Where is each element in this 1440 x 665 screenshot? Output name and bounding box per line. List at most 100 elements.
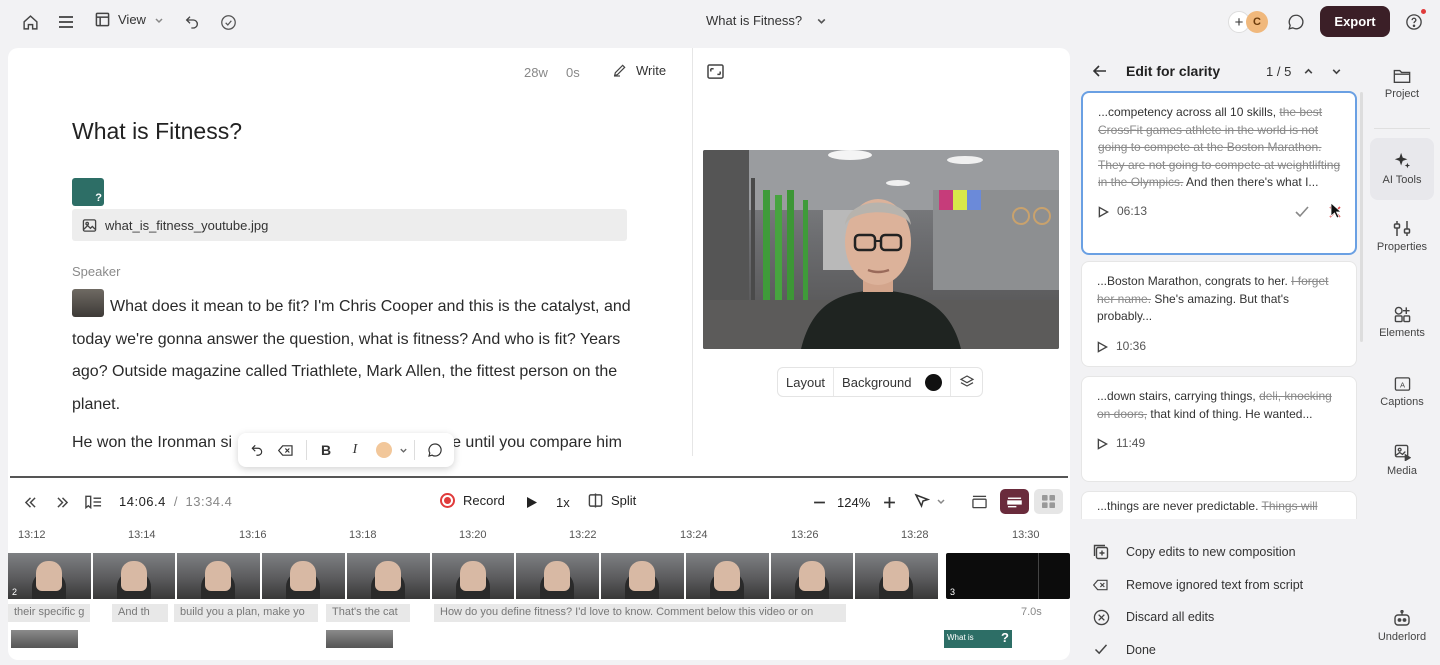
grid-view-toggle[interactable]: [1034, 489, 1063, 514]
image-thumbnail[interactable]: ?: [72, 178, 104, 206]
transcript-text-end: e until you compare him: [452, 434, 622, 451]
edit-suggestion-card[interactable]: ...competency across all 10 skills, the …: [1081, 91, 1357, 255]
suggestion-timestamp: 06:13: [1117, 203, 1148, 218]
play-icon[interactable]: [1098, 206, 1109, 218]
nav-media[interactable]: Media: [1370, 444, 1434, 477]
ai-edit-panel: Edit for clarity 1 / 5 ...competency acr…: [1072, 48, 1366, 660]
remove-ignored-action[interactable]: Remove ignored text from script: [1092, 569, 1352, 602]
caption-chip[interactable]: their specific g: [8, 604, 90, 622]
nav-label: Project: [1384, 88, 1420, 100]
avatar[interactable]: C: [1246, 11, 1268, 33]
check-circle-icon[interactable]: [218, 12, 238, 32]
help-icon[interactable]: [1404, 9, 1426, 32]
action-label: Remove ignored text from script: [1126, 577, 1304, 592]
nav-underlord[interactable]: Underlord: [1370, 610, 1434, 643]
aspect-ratio-icon[interactable]: [705, 62, 725, 80]
edit-suggestion-card[interactable]: ...Boston Marathon, congrats to her. I f…: [1081, 261, 1357, 367]
nav-elements[interactable]: Elements: [1370, 306, 1434, 339]
nav-label: Underlord: [1377, 631, 1427, 643]
script-title[interactable]: What is Fitness?: [72, 118, 242, 145]
write-button[interactable]: Write: [612, 62, 666, 78]
comment-icon[interactable]: [1286, 12, 1306, 32]
speaker-avatar[interactable]: [72, 289, 104, 317]
timeline-ruler[interactable]: 13:12 13:14 13:16 13:18 13:20 13:22 13:2…: [8, 526, 1070, 546]
comment-icon[interactable]: [421, 436, 448, 464]
chevron-up-icon[interactable]: [1300, 63, 1316, 79]
zoom-in-icon[interactable]: [881, 494, 897, 510]
caption-chip[interactable]: That's the cat: [326, 604, 410, 622]
zoom-level[interactable]: 124%: [837, 495, 870, 510]
transcript-paragraph[interactable]: What does it mean to be fit? I'm Chris C…: [72, 289, 632, 421]
zoom-out-icon[interactable]: [811, 494, 827, 510]
mouse-cursor-icon: [1330, 202, 1342, 219]
accept-check-icon[interactable]: [1295, 206, 1309, 218]
clip-frame: [601, 553, 684, 599]
select-tool-dropdown[interactable]: [914, 493, 946, 509]
skip-forward-icon[interactable]: [54, 494, 70, 510]
bookmark-list-icon[interactable]: [84, 494, 102, 510]
back-arrow-icon[interactable]: [1092, 63, 1108, 79]
clip-thumbnail[interactable]: [11, 630, 78, 648]
timecode: 14:06.4 / 13:34.4: [119, 494, 232, 509]
split-button[interactable]: Split: [588, 493, 636, 508]
menu-icon[interactable]: [56, 12, 76, 32]
undo-format-icon[interactable]: [244, 436, 271, 464]
record-button[interactable]: Record: [440, 493, 505, 508]
duration: 0s: [566, 65, 580, 80]
play-icon[interactable]: [524, 494, 540, 510]
edit-suggestion-card[interactable]: ...things are never predictable. Things …: [1081, 491, 1357, 519]
script-view-toggle[interactable]: [1000, 489, 1029, 514]
bold-button[interactable]: B: [313, 436, 340, 464]
end-thumbnail[interactable]: What is?: [944, 630, 1012, 648]
caption-chip[interactable]: How do you define fitness? I'd love to k…: [434, 604, 846, 622]
background-button[interactable]: Background: [834, 368, 952, 396]
transcript-text: What does it mean to be fit? I'm Chris C…: [72, 298, 631, 413]
video-clip-track[interactable]: 2: [8, 553, 939, 599]
speaker-label[interactable]: Speaker: [72, 264, 120, 279]
caption-chip[interactable]: build you a plan, make yo: [174, 604, 318, 622]
nav-label: AI Tools: [1382, 174, 1422, 186]
text-kept: ...things are never predictable.: [1097, 499, 1262, 513]
nav-project[interactable]: Project: [1370, 68, 1434, 100]
skip-back-icon[interactable]: [22, 494, 38, 510]
edit-suggestion-card[interactable]: ...down stairs, carrying things, deli, k…: [1081, 376, 1357, 482]
play-icon[interactable]: [1097, 340, 1108, 353]
done-action[interactable]: Done: [1092, 634, 1352, 665]
panel-scrollbar[interactable]: [1360, 92, 1363, 342]
delete-text-icon[interactable]: [273, 436, 300, 464]
export-button[interactable]: Export: [1320, 6, 1390, 37]
ruler-tick: 13:12: [18, 529, 46, 541]
nav-properties[interactable]: Properties: [1370, 220, 1434, 253]
pane-divider[interactable]: [692, 48, 693, 456]
image-file-chip[interactable]: what_is_fitness_youtube.jpg: [72, 209, 627, 241]
chevron-down-icon[interactable]: [1328, 63, 1344, 79]
panel-title: Edit for clarity: [1126, 63, 1221, 79]
suggestion-text: ...competency across all 10 skills, the …: [1098, 104, 1341, 192]
home-icon[interactable]: [20, 12, 40, 32]
black-clip[interactable]: 3: [946, 553, 1070, 599]
ruler-tick: 13:20: [459, 529, 487, 541]
undo-icon[interactable]: [182, 12, 202, 32]
caption-chip[interactable]: And th: [112, 604, 168, 622]
time-separator: /: [173, 494, 178, 509]
clip-thumbnail[interactable]: [326, 630, 393, 648]
clip-frame: 2: [8, 553, 91, 599]
italic-button[interactable]: I: [342, 436, 369, 464]
layers-icon[interactable]: [951, 368, 983, 396]
nav-ai-tools[interactable]: AI Tools: [1370, 138, 1434, 200]
nav-captions[interactable]: A Captions: [1370, 376, 1434, 408]
track-view-icon[interactable]: [971, 494, 987, 510]
text-color-button[interactable]: [370, 436, 397, 464]
copy-edits-action[interactable]: Copy edits to new composition: [1092, 536, 1352, 569]
script-editor[interactable]: 28w 0s Write What is Fitness? ? what_is_…: [8, 48, 692, 473]
video-preview[interactable]: [703, 150, 1059, 349]
playback-speed[interactable]: 1x: [556, 495, 570, 510]
play-icon[interactable]: [1097, 438, 1108, 450]
layout-button[interactable]: Layout: [778, 368, 835, 396]
edit-actions: Copy edits to new composition Remove ign…: [1092, 536, 1352, 665]
clip-frame: [262, 553, 345, 599]
document-title-dropdown[interactable]: What is Fitness?: [706, 13, 827, 28]
sliders-icon: [1393, 221, 1411, 236]
discard-edits-action[interactable]: Discard all edits: [1092, 601, 1352, 634]
view-menu[interactable]: View: [95, 12, 164, 27]
